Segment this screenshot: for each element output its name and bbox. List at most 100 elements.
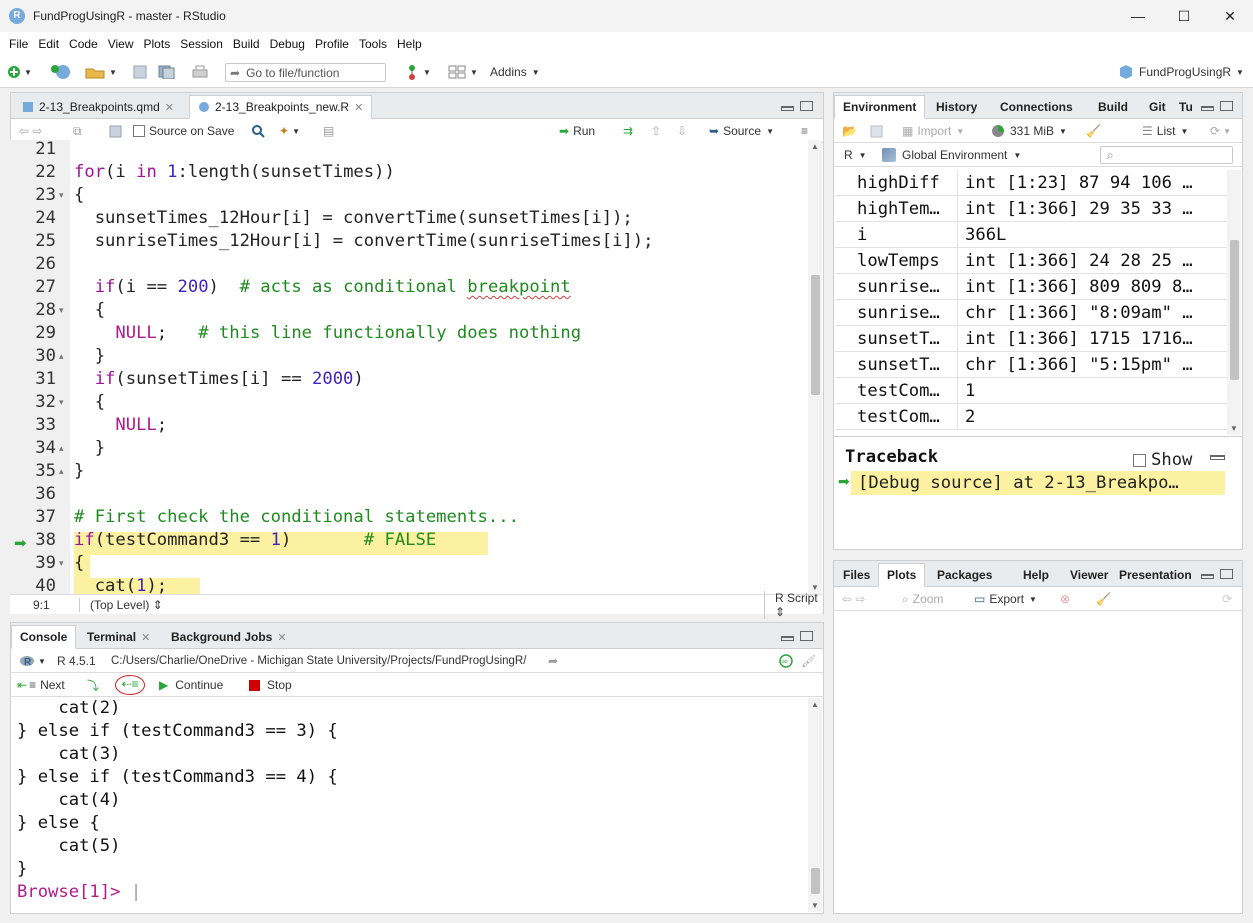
console-pane-minmax[interactable] <box>781 631 813 641</box>
print-icon[interactable] <box>192 56 208 88</box>
env-row[interactable]: i 366L <box>835 222 1227 248</box>
zoom-button[interactable]: ⌕ Zoom <box>902 587 943 611</box>
menu-session[interactable]: Session <box>175 37 228 51</box>
minimize-button[interactable]: — <box>1115 0 1161 32</box>
menu-plots[interactable]: Plots <box>139 37 176 51</box>
open-file-icon[interactable]: ▼ <box>85 56 117 88</box>
save-icon[interactable] <box>133 56 147 88</box>
fold-toggle-icon[interactable]: ▾ <box>59 305 64 316</box>
close-tab-icon[interactable]: ✕ <box>165 101 174 114</box>
line-number[interactable]: 34 <box>10 438 56 458</box>
code-editor[interactable]: ➡ for(i in 1:length(sunsetTimes)) { suns… <box>10 140 822 594</box>
fold-toggle-icon[interactable]: ▴ <box>59 466 64 477</box>
tab-help[interactable]: Help <box>1014 563 1058 587</box>
menu-file[interactable]: File <box>4 37 33 51</box>
load-workspace-icon[interactable]: 📂 <box>842 119 857 143</box>
env-row[interactable]: lowTemps int [1:366] 24 28 25 … <box>835 248 1227 274</box>
plot-back-forward-icon[interactable]: ⇦ ⇨ <box>842 587 865 611</box>
maximize-pane-icon[interactable] <box>1220 101 1233 111</box>
refresh-icon[interactable]: ⟳ ▼ <box>1210 119 1231 143</box>
tab-breakpoints-new-r[interactable]: 2-13_Breakpoints_new.R ✕ <box>189 95 373 119</box>
scope-select[interactable]: Global Environment ▼ <box>882 143 1021 167</box>
menu-debug[interactable]: Debug <box>265 37 310 51</box>
tab-plots[interactable]: Plots <box>878 563 926 587</box>
line-number[interactable]: 21 <box>10 140 56 159</box>
line-number[interactable]: 27 <box>10 277 56 297</box>
tab-files[interactable]: Files <box>834 563 879 587</box>
line-number[interactable]: 35 <box>10 461 56 481</box>
environment-search-input[interactable]: ⌕ <box>1100 146 1233 164</box>
scroll-thumb[interactable] <box>811 868 820 894</box>
new-project-icon[interactable] <box>50 56 72 88</box>
line-number[interactable]: 32 <box>10 392 56 412</box>
close-tab-icon[interactable]: ✕ <box>141 631 150 644</box>
fold-toggle-icon[interactable]: ▴ <box>59 351 64 362</box>
menu-help[interactable]: Help <box>392 37 427 51</box>
import-dataset-button[interactable]: ▦ Import ▼ <box>902 119 964 143</box>
file-type-selector[interactable]: R Script ⇕ <box>764 590 822 619</box>
save-workspace-icon[interactable] <box>870 119 883 143</box>
line-number[interactable]: 31 <box>10 369 56 389</box>
maximize-pane-icon[interactable] <box>800 631 813 641</box>
tab-history[interactable]: History <box>927 95 986 119</box>
env-row[interactable]: sunsetT… chr [1:366] "5:15pm" … <box>835 352 1227 378</box>
remove-plot-icon[interactable]: ⊗ <box>1060 587 1070 611</box>
console-scrollbar[interactable]: ▲ ▼ <box>808 698 822 912</box>
fold-toggle-icon[interactable]: ▴ <box>59 443 64 454</box>
goto-file-input[interactable]: ➦ Go to file/function <box>225 63 386 82</box>
menu-view[interactable]: View <box>103 37 139 51</box>
env-row[interactable]: sunrise… chr [1:366] "8:09am" … <box>835 300 1227 326</box>
clear-plots-icon[interactable]: 🧹 <box>1096 587 1111 611</box>
minimize-traceback-icon[interactable] <box>1210 455 1225 460</box>
finish-function-button[interactable]: ⇠≡ <box>115 673 145 697</box>
project-menu[interactable]: FundProgUsingR ▼ <box>1118 56 1244 88</box>
line-number[interactable]: 23 <box>10 185 56 205</box>
line-number[interactable]: 30 <box>10 346 56 366</box>
minimize-pane-icon[interactable] <box>781 106 794 111</box>
close-button[interactable]: ✕ <box>1207 0 1253 32</box>
pane-layout-icon[interactable]: ▼ <box>448 56 478 88</box>
maximize-pane-icon[interactable] <box>1220 569 1233 579</box>
tab-tutorial[interactable]: Tu <box>1170 95 1202 119</box>
fold-toggle-icon[interactable]: ▾ <box>59 190 64 201</box>
save-all-icon[interactable] <box>158 56 176 88</box>
tab-presentation[interactable]: Presentation <box>1110 563 1201 587</box>
tab-background-jobs[interactable]: Background Jobs ✕ <box>162 625 296 649</box>
menu-edit[interactable]: Edit <box>33 37 64 51</box>
line-number[interactable]: 26 <box>10 254 56 274</box>
debug-next-button[interactable]: ⇤ ≡ Next <box>17 673 65 697</box>
menu-profile[interactable]: Profile <box>310 37 354 51</box>
env-row[interactable]: testCom… 1 <box>835 378 1227 404</box>
working-directory[interactable]: C:/Users/Charlie/OneDrive - Michigan Sta… <box>111 649 526 673</box>
memory-usage[interactable]: 331 MiB ▼ <box>992 119 1067 143</box>
files-pane-minmax[interactable] <box>1201 569 1233 579</box>
view-mode-select[interactable]: ☰ List ▼ <box>1142 119 1188 143</box>
clear-console-icon[interactable]: 🖌 <box>801 649 816 673</box>
maximize-button[interactable]: ☐ <box>1161 0 1207 32</box>
line-number[interactable]: 36 <box>10 484 56 504</box>
environment-scrollbar[interactable]: ▼ <box>1227 170 1241 435</box>
env-row[interactable]: highDiff int [1:23] 87 94 106 … <box>835 170 1227 196</box>
tab-viewer[interactable]: Viewer <box>1061 563 1117 587</box>
line-number[interactable]: 25 <box>10 231 56 251</box>
fold-toggle-icon[interactable]: ▾ <box>59 397 64 408</box>
r-version-menu[interactable]: R ▼ <box>19 649 46 673</box>
language-select[interactable]: R ▼ <box>844 143 867 167</box>
line-number[interactable]: 29 <box>10 323 56 343</box>
editor-scrollbar[interactable]: ▲ ▼ <box>808 140 822 594</box>
env-row[interactable]: sunsetT… int [1:366] 1715 1716… <box>835 326 1227 352</box>
close-tab-icon[interactable]: ✕ <box>277 631 286 644</box>
tab-terminal[interactable]: Terminal ✕ <box>78 625 159 649</box>
minimize-pane-icon[interactable] <box>781 636 794 641</box>
menu-build[interactable]: Build <box>228 37 265 51</box>
line-number[interactable]: 24 <box>10 208 56 228</box>
fold-toggle-icon[interactable]: ▾ <box>59 558 64 569</box>
line-number[interactable]: 38 <box>10 530 56 550</box>
export-button[interactable]: ▭ Export ▼ <box>974 587 1037 611</box>
scope-selector[interactable]: (Top Level) ⇕ <box>79 597 163 612</box>
line-number[interactable]: 22 <box>10 162 56 182</box>
line-number[interactable]: 28 <box>10 300 56 320</box>
traceback-entry[interactable]: [Debug source] at 2-13_Breakpo… <box>851 471 1225 495</box>
traceback-show-checkbox[interactable]: Show <box>1133 450 1192 470</box>
version-control-icon[interactable]: ▼ <box>405 56 431 88</box>
